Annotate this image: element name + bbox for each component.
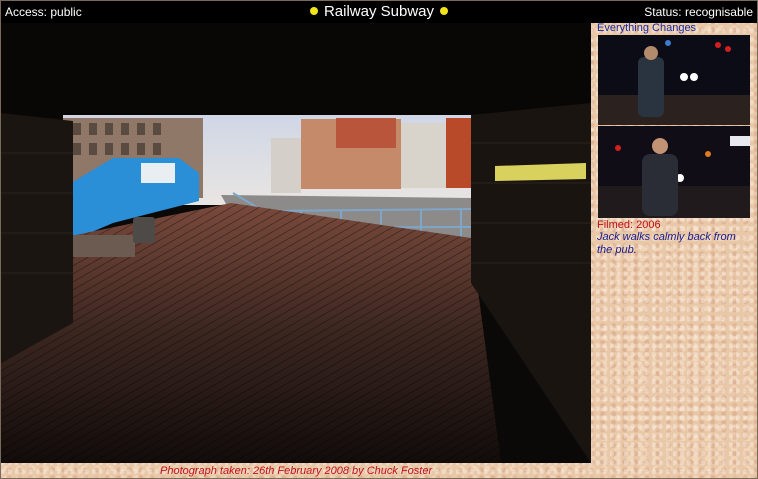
status-label: Status: recognisable [644, 5, 753, 19]
screen-still-1 [598, 35, 750, 125]
yellow-dot-icon [309, 7, 318, 16]
production-title-link[interactable]: Everything Changes [597, 22, 696, 34]
location-photo [1, 23, 591, 463]
header-bar: Access: public Railway Subway Status: re… [1, 1, 757, 23]
screen-still-2 [598, 126, 750, 218]
yellow-dot-icon [440, 7, 449, 16]
photo-credit: Photograph taken: 26th February 2008 by … [160, 465, 433, 477]
title-text: Railway Subway [323, 3, 435, 20]
filmed-year: Filmed: 2006 [597, 219, 661, 231]
scene-caption: Jack walks calmly back from the pub. [597, 231, 736, 256]
sidebar: Everything Changes Filmed: 2006 Jack wal… [594, 22, 756, 476]
